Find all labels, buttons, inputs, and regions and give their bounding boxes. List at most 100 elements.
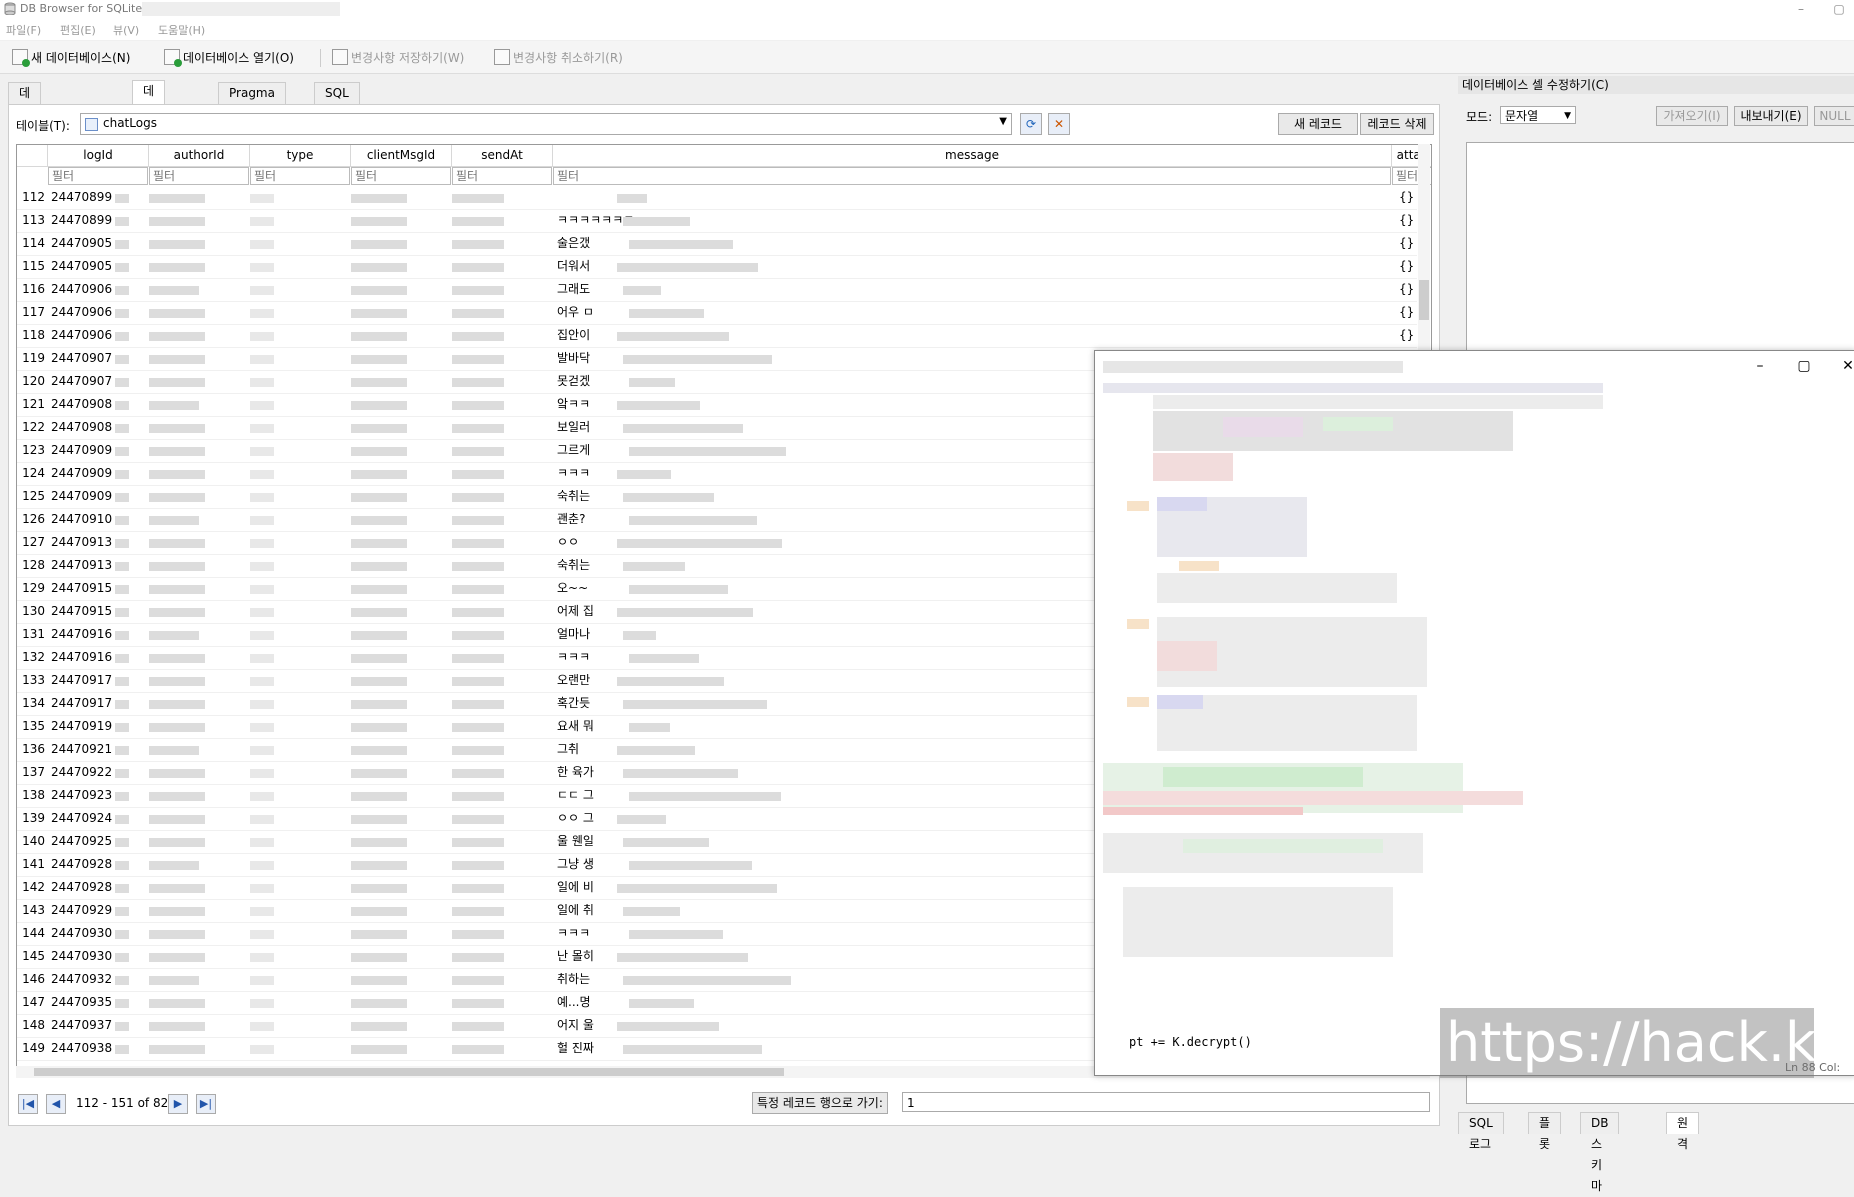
cell-logid[interactable]: 24470921 [51,738,115,761]
row-number[interactable]: 128 [17,554,45,577]
cell-logid[interactable]: 24470916 [51,623,115,646]
row-number[interactable]: 134 [17,692,45,715]
table-select[interactable]: chatLogs ▼ [80,113,1012,135]
close-icon[interactable]: ✕ [1833,357,1854,375]
delete-record-button[interactable]: 레코드 삭제 [1360,113,1434,135]
row-number[interactable]: 131 [17,623,45,646]
row-number[interactable]: 139 [17,807,45,830]
filter-clientmsgid[interactable] [351,167,451,185]
tab-execute-sql[interactable]: SQL 실행 [314,82,360,120]
tab-db-schema[interactable]: DB 스키마 [1580,1112,1620,1193]
cell-logid[interactable]: 24470916 [51,646,115,669]
row-number[interactable]: 118 [17,324,45,347]
menu-edit[interactable]: 편집(E) [60,22,96,38]
column-header-clientmsgid[interactable]: clientMsgId [351,145,452,167]
first-page-button[interactable]: |◀ [18,1094,38,1114]
table-row[interactable]: 115 24470905 더워서{} [17,255,1417,279]
row-number[interactable]: 135 [17,715,45,738]
filter-message[interactable] [553,167,1391,185]
row-number[interactable]: 149 [17,1037,45,1060]
horizontal-scroll-thumb[interactable] [34,1068,784,1076]
tab-database-structure[interactable]: 데이터베이스 구조 [8,82,42,240]
row-number[interactable]: 130 [17,600,45,623]
table-row[interactable]: 114 24470905 술은갰{} [17,232,1417,256]
row-number[interactable]: 126 [17,508,45,531]
refresh-button[interactable]: ⟳ [1020,113,1042,135]
cell-logid[interactable]: 24470924 [51,807,115,830]
row-number[interactable]: 140 [17,830,45,853]
write-changes-button[interactable]: 변경사항 저장하기(W) [332,48,464,66]
cell-logid[interactable]: 24470938 [51,1037,115,1060]
cell-logid[interactable]: 24470928 [51,853,115,876]
row-number[interactable]: 112 [17,186,45,209]
cell-logid[interactable]: 24470923 [51,784,115,807]
mode-select[interactable]: 문자열 ▼ [1500,106,1576,124]
row-number[interactable]: 146 [17,968,45,991]
minimize-button[interactable]: – [1786,0,1816,18]
tab-sql-log[interactable]: SQL 로그 [1458,1112,1504,1151]
cell-logid[interactable]: 24470910 [51,508,115,531]
goto-record-button[interactable]: 특정 레코드 행으로 가기: [752,1092,888,1114]
table-row[interactable]: 113 24470899 ㅋㅋㅋㅋㅋㅋㅋ{} [17,209,1417,233]
last-page-button[interactable]: ▶| [196,1094,216,1114]
cell-logid[interactable]: 24470908 [51,393,115,416]
table-row[interactable]: 112 24470899{} [17,186,1417,210]
cell-logid[interactable]: 24470915 [51,600,115,623]
row-number[interactable]: 143 [17,899,45,922]
minimize-icon[interactable]: – [1745,357,1775,375]
tab-plot[interactable]: 플롯 [1528,1112,1562,1151]
next-page-button[interactable]: ▶ [168,1094,188,1114]
row-number[interactable]: 137 [17,761,45,784]
row-number[interactable]: 136 [17,738,45,761]
row-number[interactable]: 115 [17,255,45,278]
row-number[interactable]: 132 [17,646,45,669]
menu-view[interactable]: 뷰(V) [113,22,139,38]
row-number[interactable]: 117 [17,301,45,324]
filter-authorid[interactable] [149,167,249,185]
cell-logid[interactable]: 24470929 [51,899,115,922]
import-button[interactable]: 가져오기(I) [1656,106,1728,126]
cell-logid[interactable]: 24470907 [51,370,115,393]
column-header-type[interactable]: type [250,145,351,167]
new-record-button[interactable]: 새 레코드 [1278,113,1358,135]
menu-help[interactable]: 도움말(H) [158,22,205,38]
row-number[interactable]: 124 [17,462,45,485]
menu-file[interactable]: 파일(F) [6,22,41,38]
cell-logid[interactable]: 24470915 [51,577,115,600]
table-row[interactable]: 117 24470906 어우 ㅁ{} [17,301,1417,325]
new-database-button[interactable]: 새 데이터베이스(N) [12,48,130,67]
set-null-button[interactable]: NULL [1814,106,1854,126]
filter-type[interactable] [250,167,350,185]
row-number[interactable]: 138 [17,784,45,807]
cell-logid[interactable]: 24470932 [51,968,115,991]
column-header-logid[interactable]: logId [48,145,149,167]
cell-logid[interactable]: 24470905 [51,255,115,278]
cell-logid[interactable]: 24470928 [51,876,115,899]
row-number[interactable]: 147 [17,991,45,1014]
table-row[interactable]: 116 24470906 그래도{} [17,278,1417,302]
row-number[interactable]: 121 [17,393,45,416]
cell-logid[interactable]: 24470905 [51,232,115,255]
tab-remote[interactable]: 원격 [1666,1112,1700,1151]
maximize-icon[interactable]: ▢ [1789,357,1819,375]
cell-logid[interactable]: 24470899 [51,209,115,232]
row-number[interactable]: 116 [17,278,45,301]
cell-logid[interactable]: 24470937 [51,1014,115,1037]
row-number[interactable]: 119 [17,347,45,370]
filter-sendat[interactable] [452,167,552,185]
cell-logid[interactable]: 24470917 [51,692,115,715]
revert-changes-button[interactable]: 변경사항 취소하기(R) [494,48,623,66]
code-editor-window[interactable]: – ▢ ✕ pt += K.decrypt() Ln 88 Col: [1094,350,1854,1076]
row-number[interactable]: 113 [17,209,45,232]
tab-browse-data[interactable]: 데이터 보기 [132,80,166,178]
row-number[interactable]: 125 [17,485,45,508]
cell-logid[interactable]: 24470919 [51,715,115,738]
cell-logid[interactable]: 24470935 [51,991,115,1014]
row-number[interactable]: 133 [17,669,45,692]
cell-logid[interactable]: 24470909 [51,439,115,462]
cell-logid[interactable]: 24470925 [51,830,115,853]
cell-message[interactable]: 얼마나 [557,623,677,646]
cell-logid[interactable]: 24470913 [51,531,115,554]
cell-logid[interactable]: 24470906 [51,278,115,301]
cell-logid[interactable]: 24470930 [51,922,115,945]
